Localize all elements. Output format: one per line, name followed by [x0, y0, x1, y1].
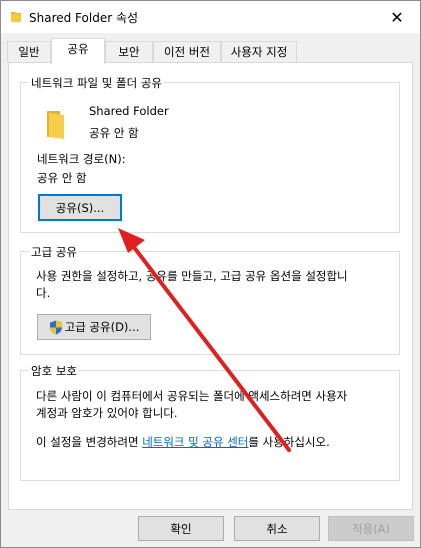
- cancel-button-label: 취소: [266, 521, 288, 536]
- tab-security[interactable]: 보안: [105, 41, 153, 62]
- cancel-button[interactable]: 취소: [234, 516, 320, 541]
- ok-button-label: 확인: [170, 521, 192, 536]
- advanced-sharing-button-label: 고급 공유(D)...: [64, 320, 140, 334]
- close-button[interactable]: ✕: [374, 1, 420, 33]
- window-title: Shared Folder 속성: [29, 11, 139, 25]
- advanced-sharing-title: 고급 공유: [29, 244, 79, 260]
- share-button-label: 공유(S)...: [55, 200, 105, 215]
- properties-window: Shared Folder 속성 ✕ 일반 공유 보안 이전 버전 사용자 지정…: [0, 0, 421, 548]
- password-change-text: 이 설정을 변경하려면 네트워크 및 공유 센터를 사용하십시오.: [36, 434, 330, 450]
- apply-button: 적용(A): [328, 516, 414, 541]
- share-button[interactable]: 공유(S)...: [38, 194, 122, 221]
- ok-button[interactable]: 확인: [138, 516, 224, 541]
- apply-button-label: 적용(A): [352, 521, 390, 536]
- advanced-sharing-description-1: 사용 권한을 설정하고, 공유를 만들고, 고급 공유 옵션을 설정합니: [36, 269, 348, 283]
- advanced-sharing-group: 고급 공유 사용 권한을 설정하고, 공유를 만들고, 고급 공유 옵션을 설정…: [20, 244, 400, 355]
- folder-share-status: 공유 안 함: [89, 126, 139, 140]
- password-protection-description-2: 계정과 암호가 있어야 합니다.: [36, 406, 178, 420]
- tab-sharing[interactable]: 공유: [51, 38, 105, 64]
- sharing-panel: 네트워크 파일 및 폴더 공유 Shared Folder 공유 안 함 네트워…: [8, 62, 413, 510]
- uac-shield-icon: [49, 320, 62, 334]
- network-sharing-center-link[interactable]: 네트워크 및 공유 센터: [142, 435, 248, 449]
- network-path-value: 공유 안 함: [37, 171, 87, 185]
- network-sharing-title: 네트워크 파일 및 폴더 공유: [29, 75, 165, 91]
- tab-customize[interactable]: 사용자 지정: [221, 41, 297, 62]
- tab-previous-versions[interactable]: 이전 버전: [153, 41, 221, 62]
- close-icon: ✕: [390, 7, 404, 27]
- password-protection-title: 암호 보호: [29, 363, 79, 379]
- network-sharing-group: 네트워크 파일 및 폴더 공유 Shared Folder 공유 안 함 네트워…: [20, 75, 400, 233]
- password-change-suffix: 를 사용하십시오.: [248, 435, 330, 449]
- password-change-prefix: 이 설정을 변경하려면: [36, 435, 143, 449]
- password-protection-group: 암호 보호 다른 사람이 이 컴퓨터에서 공유되는 폴더에 액세스하려면 사용자…: [20, 363, 400, 481]
- folder-icon: [11, 12, 21, 22]
- network-path-label: 네트워크 경로(N):: [37, 152, 126, 166]
- password-protection-description-1: 다른 사람이 이 컴퓨터에서 공유되는 폴더에 액세스하려면 사용자: [36, 389, 348, 403]
- tab-strip: 일반 공유 보안 이전 버전 사용자 지정: [1, 33, 420, 64]
- folder-icon: [47, 111, 64, 139]
- title-bar: Shared Folder 속성 ✕: [1, 1, 420, 33]
- advanced-sharing-button[interactable]: 고급 공유(D)...: [37, 314, 151, 340]
- tab-general[interactable]: 일반: [7, 41, 51, 62]
- advanced-sharing-description-2: 다.: [36, 286, 51, 300]
- folder-name: Shared Folder: [89, 104, 169, 118]
